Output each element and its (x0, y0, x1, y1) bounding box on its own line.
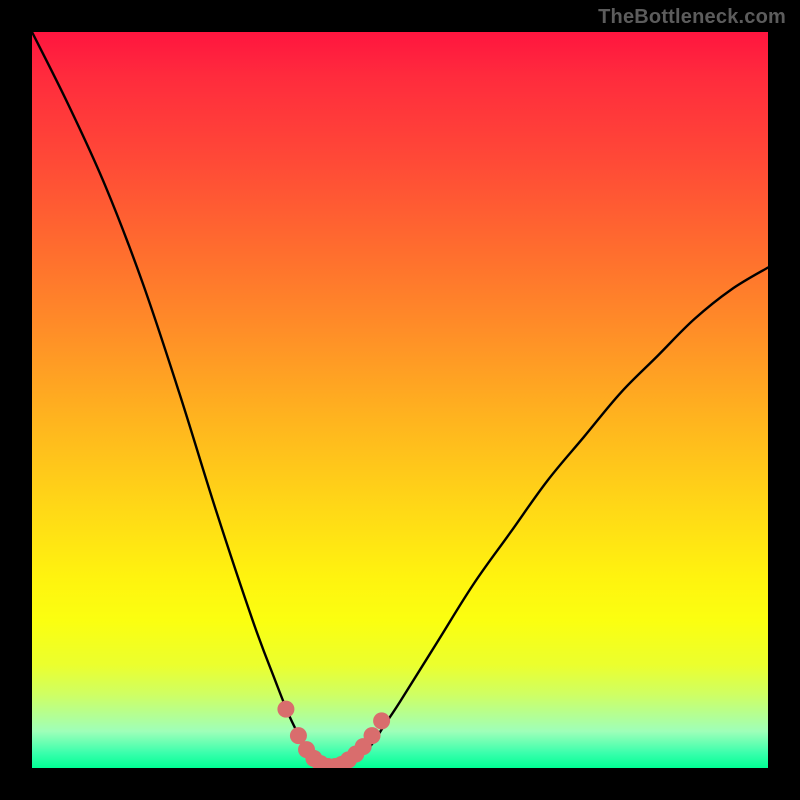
dot-marker (277, 701, 294, 718)
curve-layer (32, 32, 768, 768)
bottleneck-curve (32, 32, 768, 768)
dot-marker (373, 712, 390, 729)
bottom-dots-group (277, 701, 390, 768)
plot-area (32, 32, 768, 768)
chart-frame: TheBottleneck.com (0, 0, 800, 800)
dot-marker (364, 727, 381, 744)
watermark-text: TheBottleneck.com (598, 6, 786, 29)
